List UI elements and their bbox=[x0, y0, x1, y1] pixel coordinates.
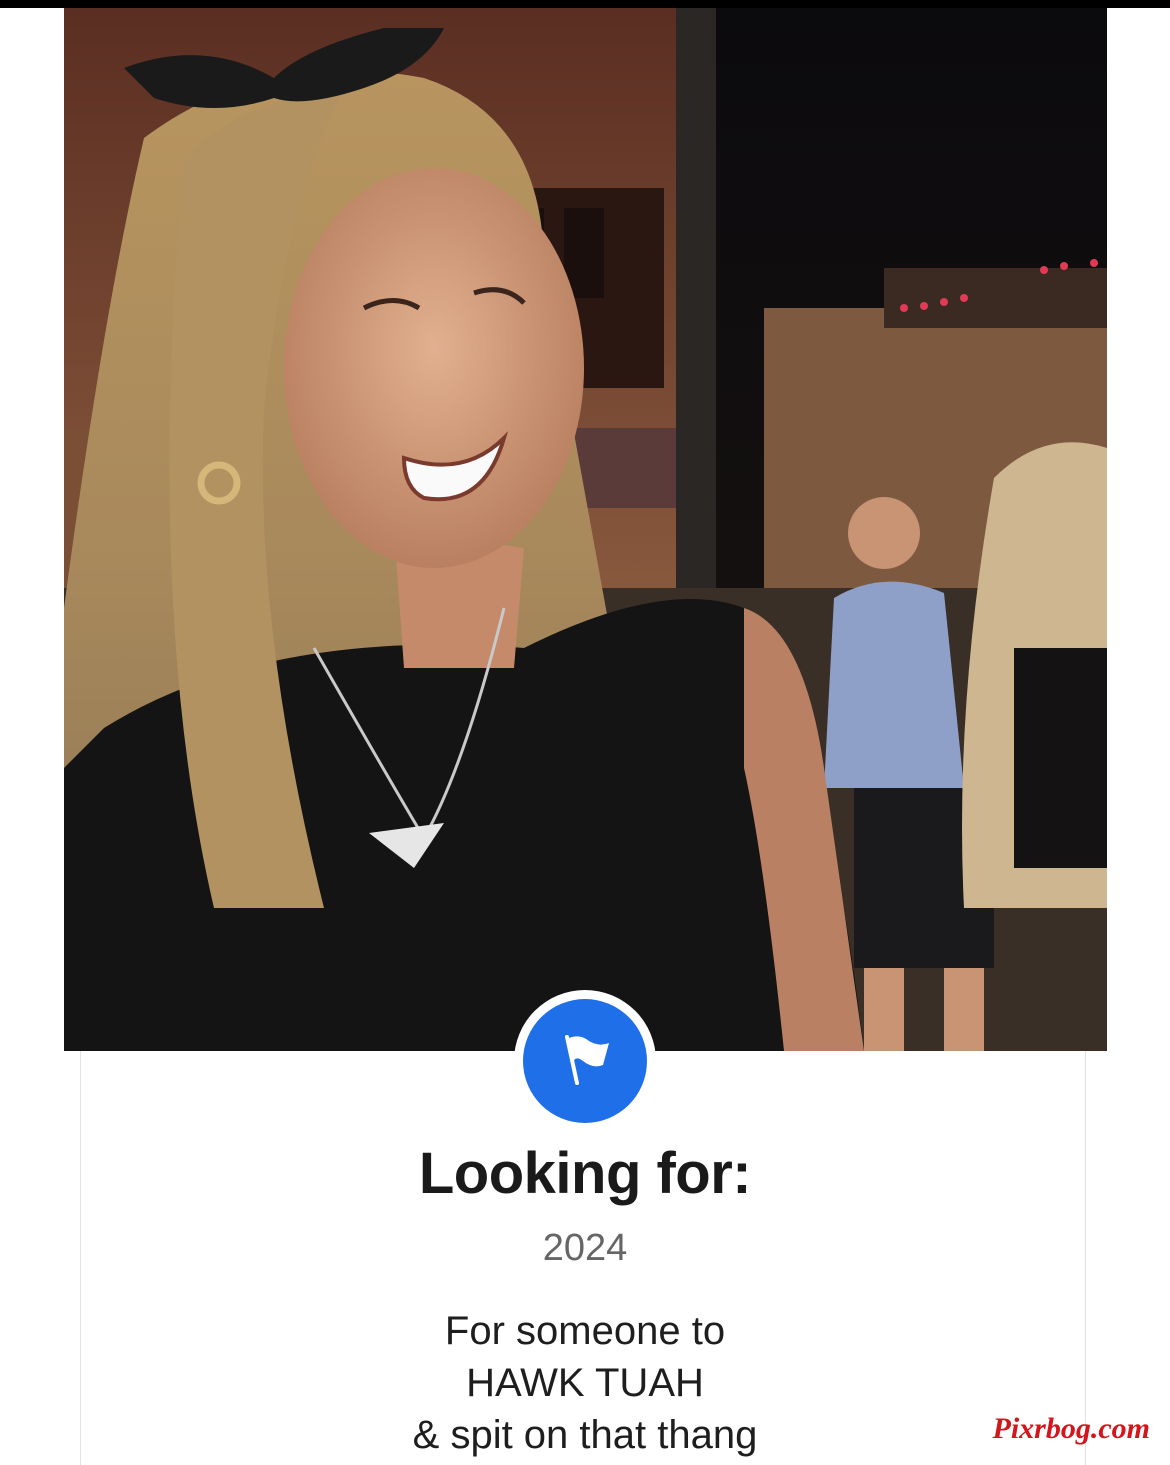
profile-photo[interactable] bbox=[64, 8, 1107, 1051]
description-line: HAWK TUAH bbox=[466, 1361, 704, 1405]
year-text: 2024 bbox=[542, 1227, 628, 1269]
watermark: Pixrbog.com bbox=[992, 1412, 1151, 1445]
description-line: For someone to bbox=[444, 1309, 726, 1353]
top-bar bbox=[0, 0, 1170, 8]
section-title: Looking for: bbox=[418, 1141, 752, 1206]
badge bbox=[514, 990, 656, 1132]
badge-circle bbox=[523, 999, 647, 1123]
flag-icon bbox=[555, 1029, 615, 1094]
